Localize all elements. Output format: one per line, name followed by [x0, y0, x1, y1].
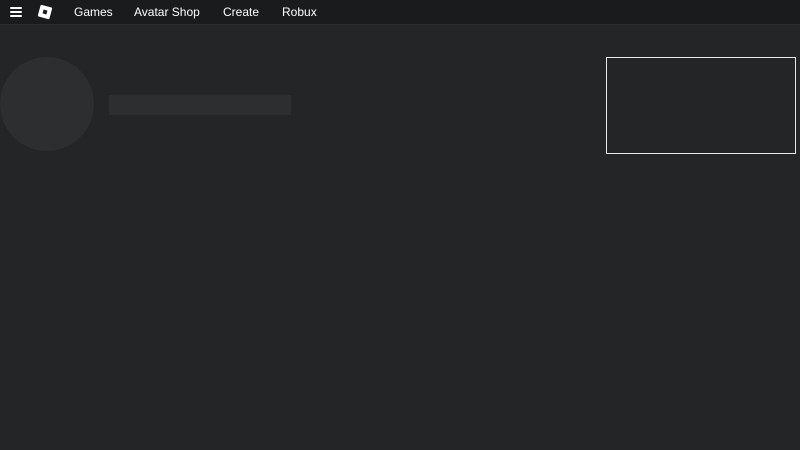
nav-link-games[interactable]: Games [74, 0, 113, 25]
nav-link-robux[interactable]: Robux [282, 0, 317, 25]
avatar-placeholder [0, 57, 94, 151]
username-placeholder [109, 95, 291, 115]
top-navigation-bar: Games Avatar Shop Create Robux [0, 0, 800, 25]
hamburger-menu-icon[interactable] [10, 7, 22, 17]
nav-link-avatar-shop[interactable]: Avatar Shop [134, 0, 200, 25]
ad-frame[interactable] [606, 57, 796, 154]
roblox-logo-icon[interactable] [37, 4, 53, 20]
nav-link-create[interactable]: Create [223, 0, 259, 25]
